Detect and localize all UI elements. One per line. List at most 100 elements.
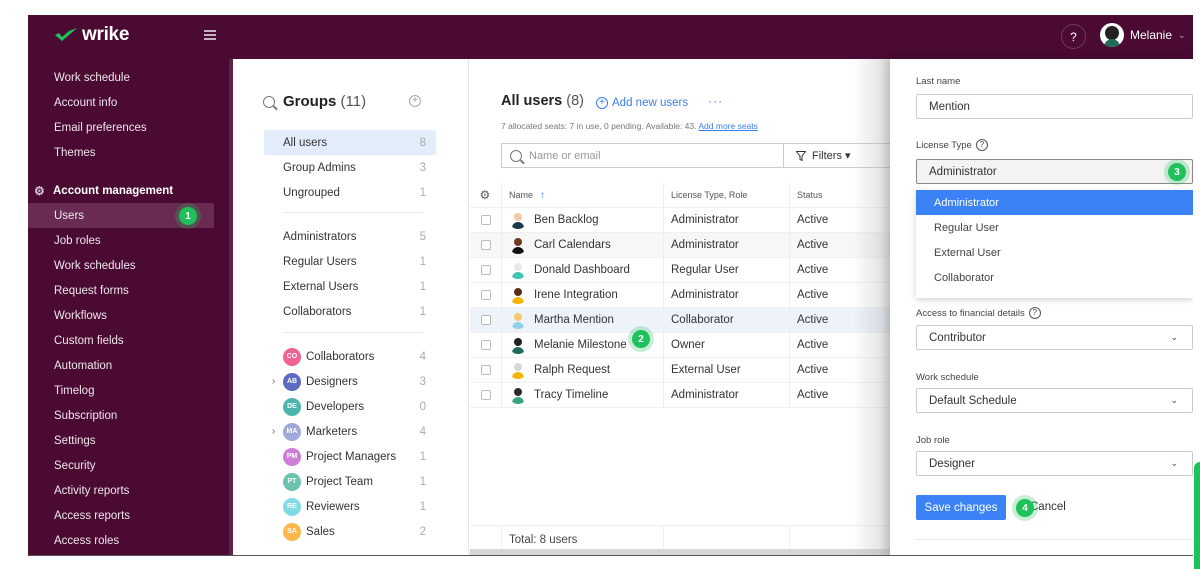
add-group-icon[interactable]: + (409, 95, 421, 107)
help-icon[interactable]: ? (1028, 307, 1041, 319)
option-collaborator[interactable]: Collaborator (916, 265, 1193, 290)
license-type-select[interactable]: Administrator (916, 159, 1193, 184)
team-group-item[interactable]: › MA Marketers 4 (264, 419, 436, 444)
sidebar-item-work-schedules[interactable]: Work schedules (28, 253, 214, 278)
hamburger-menu-icon[interactable] (204, 30, 216, 40)
sidebar-item-access-reports[interactable]: Access reports (28, 503, 214, 528)
search-icon[interactable] (263, 95, 275, 108)
last-name-field[interactable]: Mention (916, 94, 1193, 119)
help-icon[interactable]: ? (975, 139, 988, 151)
step-badge-3: 3 (1168, 163, 1186, 181)
row-checkbox[interactable] (480, 215, 491, 225)
user-license: Administrator (663, 208, 789, 232)
sidebar-item-security[interactable]: Security (28, 453, 214, 478)
row-checkbox[interactable] (480, 390, 491, 400)
sidebar-item-activity-reports[interactable]: Activity reports (28, 478, 214, 503)
table-row[interactable]: Donald Dashboard Regular User Active (470, 258, 890, 283)
table-row[interactable]: Martha Mention Collaborator Active (470, 308, 890, 333)
sidebar-item-subscription[interactable]: Subscription (28, 403, 214, 428)
group-item-all-users[interactable]: All users 8 (264, 130, 436, 155)
user-name[interactable]: Ben Backlog (534, 214, 599, 226)
column-name-label: Name (509, 190, 534, 200)
chevron-right-icon[interactable]: › (264, 376, 283, 387)
sidebar-item-job-roles[interactable]: Job roles (28, 228, 214, 253)
help-button[interactable]: ? (1061, 24, 1086, 49)
column-settings-icon[interactable]: ⚙ (470, 183, 502, 207)
work-schedule-select[interactable]: Default Schedule ⌄ (916, 388, 1193, 413)
team-group-item[interactable]: PM Project Managers 1 (264, 444, 436, 469)
team-label: Designers (306, 375, 358, 388)
option-regular-user[interactable]: Regular User (916, 215, 1193, 240)
user-name[interactable]: Tracy Timeline (534, 389, 608, 401)
group-label: Administrators (283, 230, 357, 243)
group-item-group-admins[interactable]: Group Admins 3 (264, 155, 436, 180)
row-checkbox[interactable] (480, 290, 491, 300)
job-role-select[interactable]: Designer ⌄ (916, 451, 1193, 476)
row-checkbox[interactable] (480, 315, 491, 325)
row-checkbox[interactable] (480, 240, 491, 250)
table-row[interactable]: Melanie Milestone Owner Active (470, 333, 890, 358)
table-row[interactable]: Ralph Request External User Active (470, 358, 890, 383)
user-name[interactable]: Martha Mention (534, 314, 614, 326)
groups-panel: Groups (11) + All users 8 Group Admins 3 U… (233, 59, 469, 555)
option-administrator[interactable]: Administrator (916, 190, 1193, 215)
sidebar-item-work-schedule[interactable]: Work schedule (28, 65, 214, 90)
more-options-icon[interactable]: ··· (708, 94, 723, 108)
table-row[interactable]: Ben Backlog Administrator Active (470, 208, 890, 233)
sidebar-item-timelog[interactable]: Timelog (28, 378, 214, 403)
user-name[interactable]: Donald Dashboard (534, 264, 630, 276)
groups-count: (11) (340, 93, 367, 110)
sidebar-item-account-info[interactable]: Account info (28, 90, 214, 115)
sidebar-item-automation[interactable]: Automation (28, 353, 214, 378)
user-avatar (509, 211, 527, 229)
row-checkbox[interactable] (480, 365, 491, 375)
user-name[interactable]: Irene Integration (534, 289, 618, 301)
team-group-item[interactable]: RE Reviewers 1 (264, 494, 436, 519)
user-name[interactable]: Melanie Milestone (534, 339, 627, 351)
team-group-item[interactable]: CO Collaborators 4 (264, 344, 436, 369)
divider (283, 212, 423, 213)
option-external-user[interactable]: External User (916, 240, 1193, 265)
wrike-logo[interactable]: wrike (54, 24, 129, 46)
user-menu[interactable]: Melanie ⌄ (1100, 23, 1186, 47)
sidebar-item-workflows[interactable]: Workflows (28, 303, 214, 328)
sidebar-section-account-management[interactable]: ⚙ Account management (34, 185, 173, 197)
team-group-item[interactable]: DE Developers 0 (264, 394, 436, 419)
group-item-administrators[interactable]: Administrators 5 (264, 224, 436, 249)
table-row[interactable]: Irene Integration Administrator Active (470, 283, 890, 308)
group-item-external-users[interactable]: External Users 1 (264, 274, 436, 299)
add-more-seats-link[interactable]: Add more seats (698, 121, 758, 131)
group-item-ungrouped[interactable]: Ungrouped 1 (264, 180, 436, 205)
financial-access-select[interactable]: Contributor ⌄ (916, 325, 1193, 350)
group-item-collaborators[interactable]: Collaborators 1 (264, 299, 436, 324)
column-license[interactable]: License Type, Role (663, 183, 789, 207)
sidebar-item-settings[interactable]: Settings (28, 428, 214, 453)
row-checkbox[interactable] (480, 265, 491, 275)
horizontal-scrollbar[interactable] (470, 549, 890, 555)
add-new-users-button[interactable]: + Add new users (596, 97, 688, 109)
search-input[interactable]: Name or email (501, 143, 784, 168)
group-label: Regular Users (283, 255, 357, 268)
sidebar-item-request-forms[interactable]: Request forms (28, 278, 214, 303)
cancel-button[interactable]: Cancel (1030, 501, 1066, 513)
sidebar-item-themes[interactable]: Themes (28, 140, 214, 165)
sidebar-item-access-roles[interactable]: Access roles (28, 528, 214, 553)
user-name[interactable]: Carl Calendars (534, 239, 611, 251)
sidebar-item-label: Request forms (54, 284, 129, 297)
user-name[interactable]: Ralph Request (534, 364, 610, 376)
financial-access-label: Access to financial details? (916, 307, 1041, 319)
user-license: Collaborator (663, 308, 789, 332)
row-checkbox[interactable] (480, 340, 491, 350)
table-row[interactable]: Carl Calendars Administrator Active (470, 233, 890, 258)
chevron-right-icon[interactable]: › (264, 426, 283, 437)
sidebar-item-custom-fields[interactable]: Custom fields (28, 328, 214, 353)
team-group-item[interactable]: PT Project Team 1 (264, 469, 436, 494)
column-name[interactable]: Name ↑ (509, 183, 545, 207)
close-icon[interactable]: ✕ (1192, 69, 1193, 89)
table-row[interactable]: Tracy Timeline Administrator Active (470, 383, 890, 408)
save-changes-button[interactable]: Save changes (916, 495, 1006, 520)
sidebar-item-email-preferences[interactable]: Email preferences (28, 115, 214, 140)
team-group-item[interactable]: › AB Designers 3 (264, 369, 436, 394)
group-item-regular-users[interactable]: Regular Users 1 (264, 249, 436, 274)
team-group-item[interactable]: SA Sales 2 (264, 519, 436, 544)
